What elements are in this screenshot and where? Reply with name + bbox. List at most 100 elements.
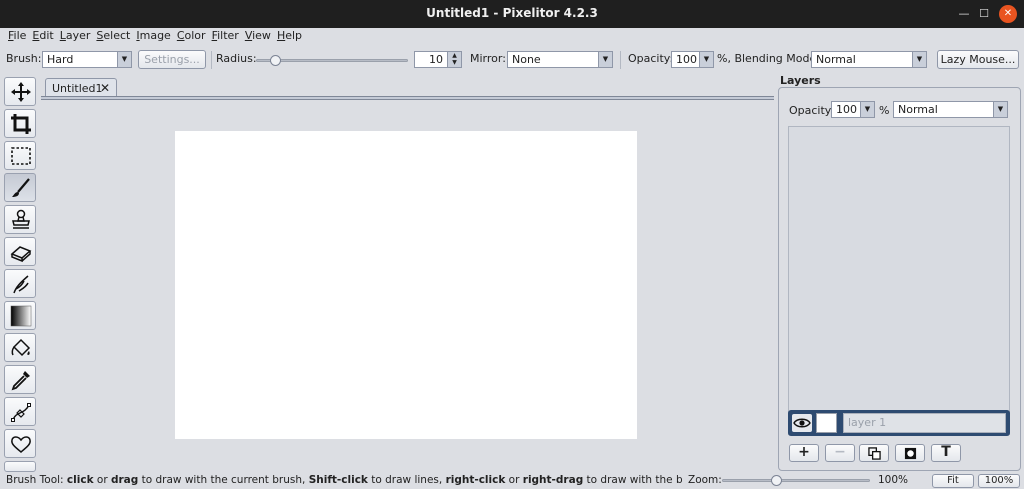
paint-bucket-tool-button[interactable] bbox=[4, 333, 36, 362]
status-text: to draw with the current brush, bbox=[138, 474, 309, 486]
image-canvas[interactable] bbox=[175, 131, 637, 439]
brush-tool-button[interactable] bbox=[4, 173, 36, 202]
spinner-arrows-icon[interactable]: ▲ ▼ bbox=[447, 52, 461, 67]
menu-filter[interactable]: Filter bbox=[209, 28, 242, 42]
layers-panel-title: Layers bbox=[780, 74, 821, 87]
menu-file[interactable]: File bbox=[0, 28, 29, 42]
menu-color[interactable]: Color bbox=[174, 28, 209, 42]
mirror-label: Mirror: bbox=[470, 52, 506, 65]
eraser-icon bbox=[10, 246, 32, 263]
layer-blend-value: Normal bbox=[898, 103, 938, 116]
title-bar: Untitled1 - Pixelitor 4.2.3 — ☐ ✕ bbox=[0, 0, 1024, 28]
smudge-tool-button[interactable] bbox=[4, 269, 36, 298]
layer-blend-select[interactable]: Normal ▼ bbox=[893, 101, 1008, 118]
blending-mode-select[interactable]: Normal ▼ bbox=[811, 51, 927, 68]
document-tabs: Untitled1 ✕ bbox=[41, 77, 774, 97]
layers-list bbox=[788, 126, 1010, 435]
brush-type-select[interactable]: Hard ▼ bbox=[42, 51, 132, 68]
tab-untitled1[interactable]: Untitled1 ✕ bbox=[45, 78, 117, 97]
minimize-icon[interactable]: — bbox=[954, 4, 974, 24]
layer-opacity-label: Opacity: bbox=[789, 104, 835, 117]
blending-mode-label: %, Blending Mode: bbox=[717, 52, 820, 65]
opacity-select[interactable]: 100 ▼ bbox=[671, 51, 714, 68]
delete-layer-button[interactable]: − bbox=[825, 444, 855, 462]
menu-select[interactable]: Select bbox=[93, 28, 133, 42]
add-text-layer-button[interactable]: T bbox=[931, 444, 961, 462]
mirror-value: None bbox=[512, 53, 541, 66]
selection-tool-button[interactable] bbox=[4, 141, 36, 170]
mirror-select[interactable]: None ▼ bbox=[507, 51, 613, 68]
layer-name-field[interactable]: layer 1 bbox=[843, 413, 1006, 433]
zoom-label: Zoom: bbox=[688, 474, 722, 486]
radius-label: Radius: bbox=[216, 52, 257, 65]
settings-button[interactable]: Settings... bbox=[138, 50, 206, 69]
layer-opacity-select[interactable]: 100 ▼ bbox=[831, 101, 875, 118]
gradient-tool-button[interactable] bbox=[4, 301, 36, 330]
brush-type-value: Hard bbox=[47, 53, 74, 66]
chevron-down-icon: ▼ bbox=[993, 102, 1007, 117]
clone-stamp-icon bbox=[12, 209, 30, 229]
separator bbox=[211, 51, 212, 69]
minus-icon: − bbox=[834, 444, 846, 460]
status-bold: drag bbox=[110, 474, 139, 486]
paint-bucket-icon bbox=[11, 338, 31, 357]
layers-panel: Opacity: 100 ▼ % Normal ▼ layer 1 + − T bbox=[778, 87, 1021, 471]
menu-image[interactable]: Image bbox=[133, 28, 173, 42]
gradient-icon bbox=[10, 305, 32, 327]
chevron-down-icon: ▼ bbox=[912, 52, 926, 67]
status-text: or bbox=[505, 474, 523, 486]
canvas-area[interactable] bbox=[41, 100, 774, 471]
menu-edit[interactable]: Edit bbox=[29, 28, 56, 42]
add-layer-button[interactable]: + bbox=[789, 444, 819, 462]
plus-icon: + bbox=[798, 444, 810, 460]
close-window-icon[interactable]: ✕ bbox=[999, 5, 1017, 23]
status-bold: click bbox=[66, 474, 94, 486]
lazy-mouse-button[interactable]: Lazy Mouse... bbox=[937, 50, 1019, 69]
separator bbox=[620, 51, 621, 69]
shapes-icon bbox=[11, 436, 31, 453]
color-picker-icon bbox=[11, 371, 30, 391]
zoom-slider-knob[interactable] bbox=[771, 475, 782, 486]
more-tools-button[interactable] bbox=[4, 461, 36, 472]
move-tool-button[interactable] bbox=[4, 77, 36, 106]
status-text: or bbox=[93, 474, 111, 486]
window-title: Untitled1 - Pixelitor 4.2.3 bbox=[426, 6, 598, 20]
pen-tool-button[interactable] bbox=[4, 397, 36, 426]
visibility-toggle[interactable] bbox=[792, 414, 812, 432]
maximize-icon[interactable]: ☐ bbox=[974, 4, 994, 24]
menu-view[interactable]: View bbox=[242, 28, 274, 42]
radius-slider[interactable] bbox=[256, 55, 408, 66]
clone-stamp-tool-button[interactable] bbox=[4, 205, 36, 234]
status-bold: right-click bbox=[445, 474, 506, 486]
layer-opacity-value: 100 bbox=[836, 103, 857, 116]
add-mask-button[interactable] bbox=[895, 444, 925, 462]
layer-percent-label: % bbox=[879, 104, 890, 117]
brush-label: Brush: bbox=[6, 52, 42, 65]
selection-icon bbox=[11, 147, 31, 165]
radius-slider-knob[interactable] bbox=[270, 55, 281, 66]
zoom-fit-button[interactable]: Fit bbox=[932, 474, 974, 488]
eraser-tool-button[interactable] bbox=[4, 237, 36, 266]
tools-palette bbox=[4, 77, 38, 472]
zoom-slider[interactable] bbox=[722, 475, 870, 486]
layer-row[interactable]: layer 1 bbox=[788, 410, 1010, 436]
zoom-value: 100% bbox=[878, 474, 909, 486]
shapes-tool-button[interactable] bbox=[4, 429, 36, 458]
zoom-100-button[interactable]: 100% bbox=[978, 474, 1020, 488]
status-bold: right-drag bbox=[522, 474, 584, 486]
opacity-value: 100 bbox=[676, 53, 697, 66]
status-bar: Brush Tool: click or drag to draw with t… bbox=[0, 473, 1024, 489]
smudge-icon bbox=[13, 275, 29, 294]
tool-options-bar: Brush: Hard ▼ Settings... Radius: 10 ▲ ▼ … bbox=[0, 47, 1024, 73]
menu-layer[interactable]: Layer bbox=[57, 28, 94, 42]
menu-bar: File Edit Layer Select Image Color Filter View H… bbox=[0, 28, 1024, 45]
menu-help[interactable]: Help bbox=[274, 28, 305, 42]
close-tab-icon[interactable]: ✕ bbox=[100, 81, 110, 95]
crop-tool-button[interactable] bbox=[4, 109, 36, 138]
layer-thumbnail[interactable] bbox=[816, 413, 837, 433]
radius-spinner[interactable]: 10 ▲ ▼ bbox=[414, 51, 462, 68]
color-picker-tool-button[interactable] bbox=[4, 365, 36, 394]
chevron-down-icon: ▼ bbox=[117, 52, 131, 67]
duplicate-layer-button[interactable] bbox=[859, 444, 889, 462]
status-bold: Shift-click bbox=[308, 474, 368, 486]
